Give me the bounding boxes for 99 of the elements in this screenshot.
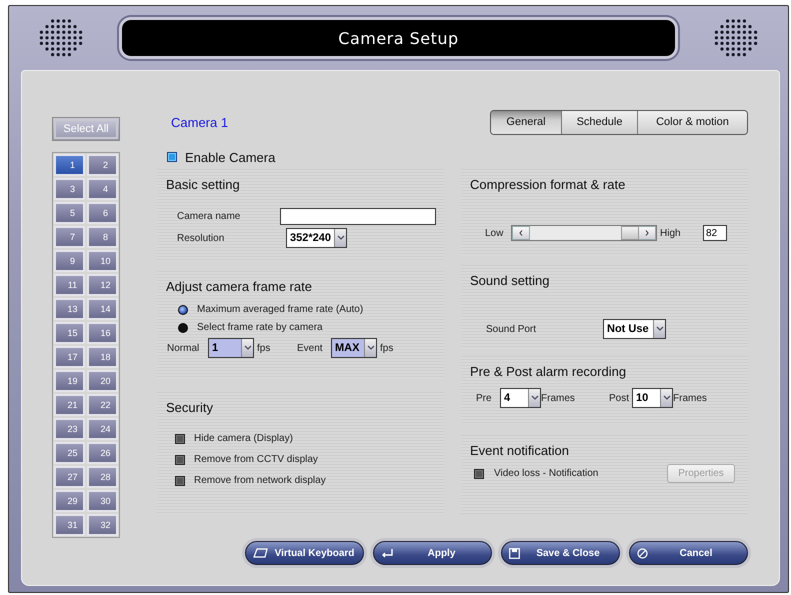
- camera-button[interactable]: 32: [87, 514, 118, 536]
- window-title: Camera Setup: [119, 17, 678, 59]
- tab[interactable]: Color & motion: [637, 110, 747, 134]
- quality-value-field[interactable]: 82: [703, 225, 727, 241]
- field-label: Pre: [476, 392, 493, 404]
- camera-button[interactable]: 1: [54, 154, 85, 176]
- camera-button[interactable]: 30: [87, 490, 118, 512]
- section-title: Sound setting: [470, 273, 551, 288]
- section-title: Basic setting: [166, 177, 241, 192]
- camera-button[interactable]: 4: [87, 178, 118, 200]
- camera-title: Camera 1: [171, 114, 228, 130]
- camera-button[interactable]: 10: [87, 250, 118, 272]
- camera-button[interactable]: 17: [54, 346, 85, 368]
- camera-button[interactable]: 25: [54, 442, 85, 464]
- caret-icon: [336, 235, 344, 241]
- checkbox[interactable]: [175, 434, 185, 444]
- caret-icon: [656, 326, 664, 332]
- camera-name-field[interactable]: [280, 208, 436, 225]
- camera-button[interactable]: 12: [87, 274, 118, 296]
- radio-button[interactable]: [178, 322, 188, 332]
- section-title: Compression format & rate: [470, 177, 626, 192]
- camera-button[interactable]: 5: [54, 202, 85, 224]
- camera-button[interactable]: 20: [87, 370, 118, 392]
- tab[interactable]: Schedule: [561, 110, 637, 134]
- field-label: Post: [609, 392, 630, 404]
- unit-label: fps: [257, 342, 272, 354]
- slider-label: High: [660, 228, 682, 238]
- unit-label: Frames: [673, 392, 707, 404]
- checkbox-label: Video loss - Notification: [494, 468, 600, 479]
- camera-button[interactable]: 7: [54, 226, 85, 248]
- resolution-dropdown[interactable]: 352*240: [286, 228, 347, 248]
- caret-icon: [530, 395, 538, 401]
- post-frames-dropdown[interactable]: 10: [632, 388, 673, 408]
- radio-label: Maximum averaged frame rate (Auto): [197, 304, 364, 315]
- scroll-right-button[interactable]: [638, 226, 656, 240]
- checkbox[interactable]: [175, 476, 185, 486]
- caret-icon: [662, 395, 670, 401]
- camera-button[interactable]: 23: [54, 418, 85, 440]
- checkbox-label: Hide camera (Display): [194, 433, 293, 444]
- tab[interactable]: General: [491, 110, 561, 134]
- camera-button[interactable]: 26: [87, 442, 118, 464]
- camera-button[interactable]: 18: [87, 346, 118, 368]
- section-title: Security: [166, 400, 214, 415]
- radio-label: Select frame rate by camera: [197, 322, 323, 333]
- right-chevron-icon: [645, 230, 649, 236]
- camera-button[interactable]: 14: [87, 298, 118, 320]
- field-label: Sound Port: [486, 324, 538, 334]
- action-button[interactable]: Cancel: [629, 541, 748, 565]
- select-all-button[interactable]: Select All: [52, 117, 120, 141]
- checkbox[interactable]: [167, 152, 177, 162]
- unit-label: Frames: [541, 392, 576, 404]
- caret-icon: [366, 345, 374, 351]
- cancel-icon: [637, 548, 648, 558]
- camera-button[interactable]: 21: [54, 394, 85, 416]
- field-label: Resolution: [177, 232, 226, 244]
- checkbox-label: Enable Camera: [185, 150, 276, 164]
- quality-slider[interactable]: [511, 225, 657, 241]
- slider-label: Low: [485, 228, 504, 238]
- camera-button[interactable]: 28: [87, 466, 118, 488]
- pre-frames-dropdown[interactable]: 4: [500, 388, 541, 408]
- camera-button[interactable]: 13: [54, 298, 85, 320]
- caret-icon: [244, 345, 252, 351]
- camera-button[interactable]: 29: [54, 490, 85, 512]
- field-label: Event: [297, 342, 324, 354]
- left-chevron-icon: [519, 230, 523, 236]
- radio-button[interactable]: [178, 304, 188, 314]
- camera-button[interactable]: 6: [87, 202, 118, 224]
- camera-button[interactable]: 8: [87, 226, 118, 248]
- action-button[interactable]: Apply: [373, 541, 492, 565]
- checkbox[interactable]: [175, 454, 185, 464]
- sound-port-dropdown[interactable]: Not Use: [603, 319, 666, 339]
- normal-fps-dropdown[interactable]: 1: [208, 338, 254, 358]
- slider-thumb[interactable]: [621, 226, 640, 240]
- camera-button[interactable]: 19: [54, 370, 85, 392]
- camera-button[interactable]: 9: [54, 250, 85, 272]
- section-title: Event notification: [470, 443, 570, 458]
- action-button[interactable]: Virtual Keyboard: [245, 541, 364, 565]
- section-title: Pre & Post alarm recording: [470, 364, 628, 379]
- field-label: Camera name: [177, 211, 242, 222]
- camera-button[interactable]: 15: [54, 322, 85, 344]
- enter-icon: [381, 548, 395, 558]
- camera-button[interactable]: 31: [54, 514, 85, 536]
- camera-button[interactable]: 24: [87, 418, 118, 440]
- camera-button[interactable]: 16: [87, 322, 118, 344]
- unit-label: fps: [380, 342, 394, 354]
- field-label: Normal: [167, 342, 200, 354]
- keyboard-icon: [253, 548, 269, 558]
- checkbox-label: Remove from network display: [194, 475, 326, 486]
- scroll-left-button[interactable]: [512, 226, 530, 240]
- camera-button[interactable]: 2: [87, 154, 118, 176]
- camera-button[interactable]: 22: [87, 394, 118, 416]
- section-title: Adjust camera frame rate: [166, 279, 313, 294]
- camera-button[interactable]: 11: [54, 274, 85, 296]
- action-button[interactable]: Save & Close: [501, 541, 620, 565]
- camera-button[interactable]: 3: [54, 178, 85, 200]
- event-fps-dropdown[interactable]: MAX: [331, 338, 377, 358]
- checkbox[interactable]: [474, 468, 484, 478]
- camera-button[interactable]: 27: [54, 466, 85, 488]
- checkbox-label: Remove from CCTV display: [194, 454, 318, 465]
